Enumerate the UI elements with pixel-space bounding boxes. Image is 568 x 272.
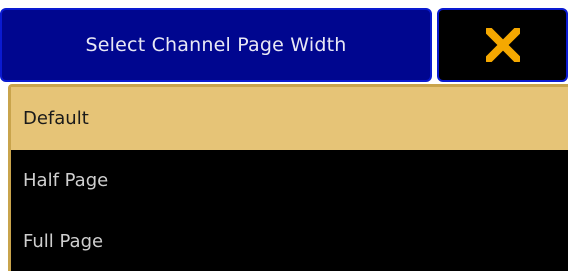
option-label: Half Page: [23, 170, 109, 191]
dialog-header: Select Channel Page Width: [0, 0, 568, 84]
dialog-title: Select Channel Page Width: [0, 8, 432, 82]
dialog-title-label: Select Channel Page Width: [85, 34, 347, 56]
close-x-icon: [485, 28, 520, 62]
option-label: Full Page: [23, 231, 104, 252]
option-full-page[interactable]: Full Page: [11, 211, 568, 272]
option-half-page[interactable]: Half Page: [11, 150, 568, 211]
option-default[interactable]: Default: [11, 87, 568, 150]
option-label: Default: [23, 108, 89, 129]
close-button[interactable]: [437, 8, 568, 82]
option-list: Default Half Page Full Page: [8, 84, 568, 271]
